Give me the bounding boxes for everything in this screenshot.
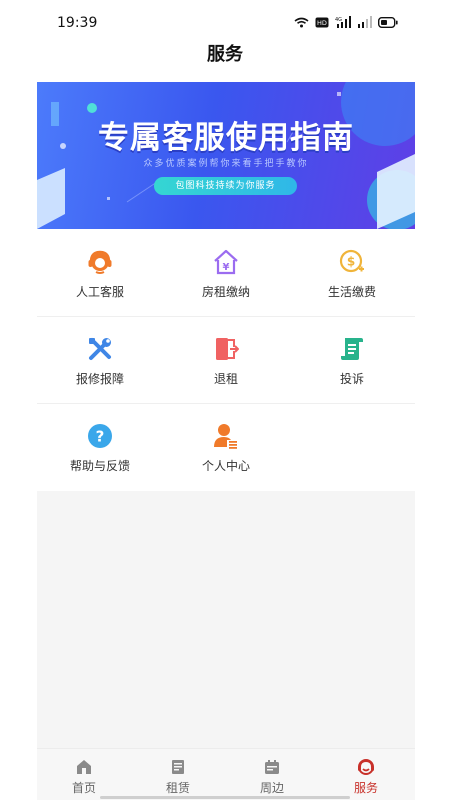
service-icon	[358, 759, 374, 775]
tab-label: 服务	[353, 781, 378, 795]
status-icons: HD 4G	[294, 16, 398, 28]
wifi-icon	[294, 17, 309, 27]
dollar-coin-icon: $	[339, 249, 364, 273]
calendar-nearby-icon	[265, 760, 279, 774]
tab-lease[interactable]: 租赁	[131, 749, 225, 801]
svg-text:¥: ¥	[223, 262, 230, 273]
svg-text:$: $	[347, 255, 355, 269]
tab-label: 租赁	[165, 781, 190, 795]
service-label: 人工客服	[75, 285, 124, 299]
user-profile-icon	[214, 424, 237, 449]
document-scroll-icon	[341, 338, 363, 360]
service-label: 生活缴费	[327, 285, 376, 299]
main-content: 专属客服使用指南 众多优质案例帮你来看手把手教你 包图科技持续为你服务 人工客服…	[37, 82, 415, 748]
service-guide-banner[interactable]: 专属客服使用指南 众多优质案例帮你来看手把手教你 包图科技持续为你服务	[37, 82, 415, 229]
battery-icon	[378, 16, 398, 28]
service-label: 退租	[213, 372, 238, 386]
service-customer-service[interactable]: 人工客服	[37, 229, 163, 316]
service-label: 帮助与反馈	[69, 459, 130, 473]
signal-4g-icon: 4G	[335, 16, 351, 28]
service-living-expenses[interactable]: $ 生活缴费	[289, 229, 415, 316]
home-icon	[77, 760, 91, 774]
hd-label: HD	[317, 19, 327, 27]
banner-pill[interactable]: 包图科技持续为你服务	[154, 177, 297, 195]
page-title: 服务	[207, 44, 243, 65]
customer-service-headset-icon	[88, 250, 112, 274]
svg-text:?: ?	[96, 428, 105, 446]
signal-icon	[358, 16, 372, 28]
service-move-out[interactable]: 退租	[163, 316, 289, 403]
home-indicator[interactable]	[100, 796, 350, 799]
banner-subtitle: 众多优质案例帮你来看手把手教你	[143, 159, 309, 169]
service-complaint[interactable]: 投诉	[289, 316, 415, 403]
hd-icon: HD	[315, 17, 329, 27]
service-personal-center[interactable]: 个人中心	[163, 403, 289, 490]
status-bar: 19:39 HD 4G	[0, 0, 450, 40]
service-repair[interactable]: 报修报障	[37, 316, 163, 403]
banner-title: 专属客服使用指南	[98, 120, 354, 156]
house-yuan-icon: ¥	[214, 249, 238, 275]
service-label: 投诉	[339, 372, 364, 386]
service-label: 报修报障	[75, 372, 124, 386]
service-rent-payment[interactable]: ¥ 房租缴纳	[163, 229, 289, 316]
service-help-feedback[interactable]: ? 帮助与反馈	[37, 403, 163, 490]
exit-door-icon	[216, 338, 239, 360]
bottom-tab-bar: 首页 租赁 周边 服务	[37, 748, 415, 800]
tab-service[interactable]: 服务	[319, 749, 413, 801]
help-question-icon: ?	[88, 424, 112, 448]
lease-icon	[172, 760, 184, 774]
status-time: 19:39	[57, 15, 98, 31]
service-label: 房租缴纳	[201, 285, 250, 299]
service-label: 个人中心	[201, 459, 250, 473]
tab-nearby[interactable]: 周边	[225, 749, 319, 801]
tab-home[interactable]: 首页	[37, 749, 131, 801]
tab-label: 首页	[71, 781, 96, 795]
service-grid: 人工客服 ¥ 房租缴纳 $ 生活缴费 报修报障 退租 投诉 ? 帮助与反馈 个人…	[37, 229, 415, 491]
repair-tools-icon	[89, 338, 111, 360]
tab-label: 周边	[259, 781, 284, 795]
